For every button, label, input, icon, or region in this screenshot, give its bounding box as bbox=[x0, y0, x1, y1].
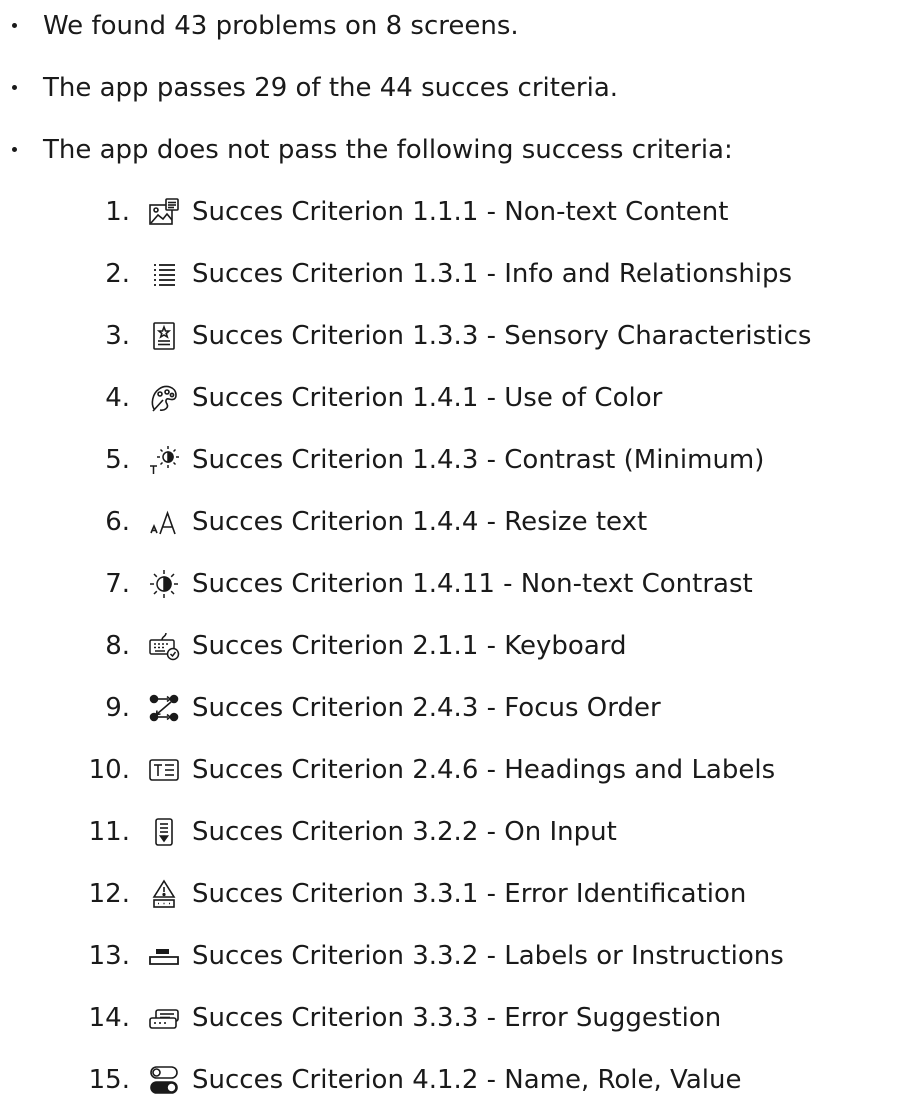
summary-text: The app passes 29 of the 44 succes crite… bbox=[43, 73, 619, 103]
name-field-icon bbox=[148, 940, 180, 972]
heading-label-icon bbox=[148, 754, 180, 786]
toggle-switch-icon bbox=[148, 1064, 180, 1096]
criterion-number: 6. bbox=[105, 507, 130, 537]
criterion-label: Succes Criterion 3.3.3 - Error Suggestio… bbox=[192, 1003, 722, 1033]
sensory-card-icon bbox=[148, 320, 180, 352]
bullet-dot bbox=[12, 85, 17, 90]
criterion-label: Succes Criterion 2.4.6 - Headings and La… bbox=[192, 755, 776, 785]
criterion-number: 8. bbox=[105, 631, 130, 661]
criterion-item: 5. Succes Criterion 1.4.3 - Contrast (Mi… bbox=[0, 440, 902, 480]
criterion-number: 5. bbox=[105, 445, 130, 475]
error-suggestion-icon bbox=[148, 1002, 180, 1034]
criterion-number: 1. bbox=[105, 197, 130, 227]
criterion-number: 14. bbox=[88, 1003, 130, 1033]
criterion-label: Succes Criterion 1.3.1 - Info and Relati… bbox=[192, 259, 793, 289]
image-text-icon bbox=[148, 196, 180, 228]
criterion-item: 6. Succes Criterion 1.4.4 - Resize text bbox=[0, 502, 902, 542]
focus-order-icon bbox=[148, 692, 180, 724]
resize-text-icon bbox=[148, 506, 180, 538]
keyboard-check-icon bbox=[148, 630, 180, 662]
input-form-icon bbox=[148, 816, 180, 848]
contrast-sun-icon bbox=[148, 568, 180, 600]
criterion-number: 11. bbox=[88, 817, 130, 847]
list-lines-icon bbox=[148, 258, 180, 290]
criterion-label: Succes Criterion 3.3.1 - Error Identific… bbox=[192, 879, 747, 909]
criterion-item: 8. Succes Criterion 2.1.1 - Keyboard bbox=[0, 626, 902, 666]
criterion-label: Succes Criterion 3.3.2 - Labels or Instr… bbox=[192, 941, 784, 971]
criterion-number: 15. bbox=[88, 1065, 130, 1095]
summary-text: We found 43 problems on 8 screens. bbox=[43, 11, 519, 41]
criterion-label: Succes Criterion 3.2.2 - On Input bbox=[192, 817, 617, 847]
criterion-number: 10. bbox=[88, 755, 130, 785]
criterion-item: 11. Succes Criterion 3.2.2 - On Input bbox=[0, 812, 902, 852]
bullet-dot bbox=[12, 23, 17, 28]
criterion-item: 10. Succes Criterion 2.4.6 - Headings an… bbox=[0, 750, 902, 790]
criterion-number: 7. bbox=[105, 569, 130, 599]
criterion-label: Succes Criterion 1.4.4 - Resize text bbox=[192, 507, 648, 537]
criterion-number: 4. bbox=[105, 383, 130, 413]
report-page: We found 43 problems on 8 screens. The a… bbox=[0, 0, 902, 1117]
criterion-number: 12. bbox=[88, 879, 130, 909]
criterion-item: 2. Succes Criterion 1.3.1 - Info and Rel… bbox=[0, 254, 902, 294]
criterion-item: 15. Succes Criterion 4.1.2 - Name, Role,… bbox=[0, 1060, 902, 1100]
criterion-label: Succes Criterion 1.4.11 - Non-text Contr… bbox=[192, 569, 753, 599]
criterion-label: Succes Criterion 2.4.3 - Focus Order bbox=[192, 693, 661, 723]
criterion-item: 12. Succes Criterion 3.3.1 - Error Ident… bbox=[0, 874, 902, 914]
criterion-item: 9. Succes Criterion 2.4.3 - Focus Order bbox=[0, 688, 902, 728]
criterion-number: 9. bbox=[105, 693, 130, 723]
criterion-label: Succes Criterion 1.4.1 - Use of Color bbox=[192, 383, 663, 413]
bullet-dot bbox=[12, 147, 17, 152]
criterion-item: 3. Succes Criterion 1.3.3 - Sensory Char… bbox=[0, 316, 902, 356]
criterion-number: 13. bbox=[88, 941, 130, 971]
criterion-item: 1. Succes Criterion 1.1.1 - Non-text Con… bbox=[0, 192, 902, 232]
criterion-label: Succes Criterion 1.3.3 - Sensory Charact… bbox=[192, 321, 812, 351]
summary-text: The app does not pass the following succ… bbox=[43, 135, 733, 165]
criterion-item: 7. Succes Criterion 1.4.11 - Non-text Co… bbox=[0, 564, 902, 604]
text-contrast-icon bbox=[148, 444, 180, 476]
error-warning-icon bbox=[148, 878, 180, 910]
color-palette-icon bbox=[148, 382, 180, 414]
criterion-item: 14. Succes Criterion 3.3.3 - Error Sugge… bbox=[0, 998, 902, 1038]
criterion-number: 3. bbox=[105, 321, 130, 351]
criterion-item: 13. Succes Criterion 3.3.2 - Labels or I… bbox=[0, 936, 902, 976]
criterion-number: 2. bbox=[105, 259, 130, 289]
criterion-label: Succes Criterion 1.1.1 - Non-text Conten… bbox=[192, 197, 729, 227]
criterion-item: 4. Succes Criterion 1.4.1 - Use of Color bbox=[0, 378, 902, 418]
criterion-label: Succes Criterion 1.4.3 - Contrast (Minim… bbox=[192, 445, 765, 475]
criterion-label: Succes Criterion 2.1.1 - Keyboard bbox=[192, 631, 627, 661]
criterion-label: Succes Criterion 4.1.2 - Name, Role, Val… bbox=[192, 1065, 742, 1095]
